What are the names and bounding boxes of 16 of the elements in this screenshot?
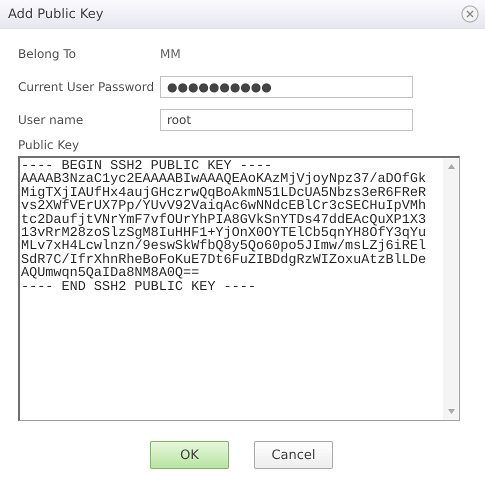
field-label: Public Key: [18, 138, 80, 152]
window-title: Add Public Key: [8, 6, 104, 22]
key-text: ---- BEGIN SSH2 PUBLIC KEY ---- AAAAB3NzaC1yc2EAAAABIwAAAQEAoKAzMjVjoyNpz37/aDOfGk MigTXjIAUfHx4aujGHczrwQqBoAkmN51LDcUA5Nbzs3eR6FReR vs2XWfVErUX7Pp/YUvV92VaiqAc6wNNdcEBlCr3cSECHuIpVMh tc2DaufjtVNrYmF7vfOUrYhPIA8GVkSnYTDs47ddEAcQuXP1X3 13vRrM28zoSlzSgM8IuHHF1+YjOnX0OYTElCb5qnYH8OfY3qYu MLv7xH4Lcwlnzn/9eswSkWfbQ8y5Qo60po5JImw/msLZj6iREl SdR7C/IfrXhnRheBoFoKuE7Dt6FuZIBDdgRzWIZoxuAtzBlLDe AQUmwqn5QaIDa8NM8A0Q== ---- END SSH2 PUBLIC KEY ----: [20, 158, 428, 297]
input-field[interactable]: ●●●●●●●●●●: [160, 76, 413, 98]
ok-button[interactable]: OK: [150, 441, 229, 469]
scroll-down-icon[interactable]: [448, 409, 454, 414]
field-label: Current User Password: [18, 80, 156, 94]
scroll-up-icon[interactable]: [448, 164, 454, 169]
field-label: User name: [18, 113, 84, 127]
scrollbar[interactable]: [443, 158, 459, 420]
field-label: Belong To: [18, 47, 77, 61]
public-key-textarea[interactable]: [18, 156, 460, 421]
field-value: MM: [160, 47, 181, 61]
input-field[interactable]: root: [160, 109, 413, 131]
close-icon[interactable]: [461, 5, 479, 23]
cancel-button[interactable]: Cancel: [254, 441, 333, 469]
